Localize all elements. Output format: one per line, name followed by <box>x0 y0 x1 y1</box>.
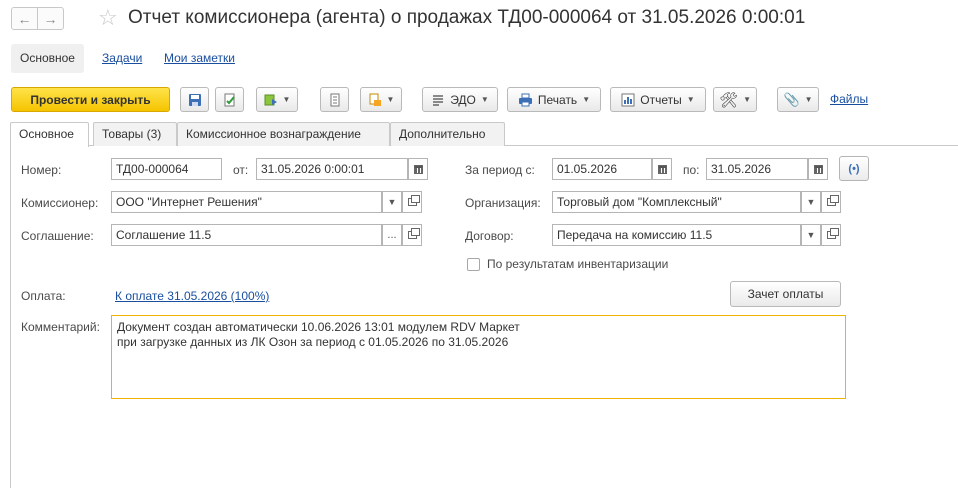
printer-icon <box>518 93 532 106</box>
settings-button[interactable]: 🛠 ▼ <box>713 87 757 112</box>
chevron-down-icon: ▼ <box>386 95 395 104</box>
agreement-select-button[interactable]: ... <box>382 224 402 246</box>
edo-label: ЭДО <box>450 92 476 107</box>
period-select-button[interactable]: (•) <box>839 156 869 181</box>
commissioner-label: Комиссионер: <box>21 196 99 210</box>
period-from-calendar-button[interactable] <box>652 158 672 180</box>
date-calendar-button[interactable] <box>408 158 428 180</box>
paperclip-icon: 📎 <box>783 91 800 107</box>
comment-line: при загрузке данных из ЛК Озон за период… <box>117 335 509 349</box>
agreement-open-button[interactable] <box>402 224 422 246</box>
inventory-checkbox[interactable] <box>467 258 480 271</box>
contract-dropdown-button[interactable]: ▼ <box>801 224 821 246</box>
chevron-down-icon: ▼ <box>480 95 489 104</box>
section-tasks[interactable]: Задачи <box>102 44 142 73</box>
arrow-left-icon: ← <box>17 10 32 27</box>
tab-goods[interactable]: Товары (3) <box>93 122 177 146</box>
chevron-down-icon: ▼ <box>387 197 397 207</box>
payment-link[interactable]: К оплате 31.05.2026 (100%) <box>115 289 269 303</box>
additional-actions-button[interactable]: ▼ <box>360 87 402 112</box>
post-document-icon <box>224 93 235 106</box>
document-actions-icon <box>369 93 381 106</box>
organization-dropdown-button[interactable]: ▼ <box>801 191 821 213</box>
period-to-label: по: <box>683 163 700 177</box>
reports-button[interactable]: Отчеты ▼ <box>610 87 706 112</box>
organization-label: Организация: <box>465 196 541 210</box>
number-label: Номер: <box>21 163 62 177</box>
tools-icon: 🛠 <box>719 91 739 109</box>
page-left-border <box>10 145 11 488</box>
arrow-right-icon: → <box>43 10 58 27</box>
create-based-on-button[interactable]: ▼ <box>256 87 298 112</box>
organization-field[interactable]: Торговый дом "Комплексный" <box>552 191 801 213</box>
agreement-field[interactable]: Соглашение 11.5 <box>111 224 382 246</box>
contract-open-button[interactable] <box>821 224 841 246</box>
back-button[interactable]: ← <box>11 7 38 30</box>
post-button[interactable] <box>215 87 244 112</box>
edo-icon <box>433 94 444 106</box>
comment-field[interactable]: Документ создан автоматически 10.06.2026… <box>111 315 846 399</box>
contract-field[interactable]: Передача на комиссию 11.5 <box>552 224 801 246</box>
report-icon <box>621 93 635 106</box>
comment-line: Документ создан автоматически 10.06.2026… <box>117 320 520 334</box>
chevron-down-icon: ▼ <box>686 95 695 104</box>
create-based-icon <box>264 94 277 105</box>
tab-commission[interactable]: Комиссионное вознаграждение <box>177 122 390 146</box>
open-icon <box>826 195 839 206</box>
chevron-down-icon: ▼ <box>806 197 816 207</box>
section-main[interactable]: Основное <box>11 44 84 73</box>
print-label: Печать <box>537 92 578 107</box>
chevron-down-icon: ▼ <box>282 95 291 104</box>
window-title: Отчет комиссионера (агента) о продажах Т… <box>128 7 806 28</box>
ellipsis-icon: ... <box>387 229 397 241</box>
post-and-close-button[interactable]: Провести и закрыть <box>11 87 170 112</box>
organization-open-button[interactable] <box>821 191 841 213</box>
agreement-label: Соглашение: <box>21 229 94 243</box>
contract-label: Договор: <box>465 229 514 243</box>
open-icon <box>826 228 839 239</box>
commissioner-open-button[interactable] <box>402 191 422 213</box>
calendar-icon <box>413 164 423 174</box>
open-icon <box>407 228 420 239</box>
favorite-star-icon[interactable]: ☆ <box>98 5 118 31</box>
chevron-down-icon: ▼ <box>804 95 813 104</box>
edo-button[interactable]: ЭДО ▼ <box>422 87 498 112</box>
reports-label: Отчеты <box>640 92 682 107</box>
chevron-down-icon: ▼ <box>582 95 591 104</box>
period-broadcast-icon: (•) <box>848 162 860 175</box>
number-field[interactable]: ТД00-000064 <box>111 158 222 180</box>
payment-offset-button[interactable]: Зачет оплаты <box>730 281 841 307</box>
files-link[interactable]: Файлы <box>830 92 868 106</box>
inventory-label: По результатам инвентаризации <box>487 257 669 271</box>
tab-main[interactable]: Основное <box>10 122 89 147</box>
chevron-down-icon: ▼ <box>806 230 816 240</box>
save-icon <box>188 93 201 106</box>
document-structure-icon <box>330 93 339 106</box>
section-notes[interactable]: Мои заметки <box>164 44 235 73</box>
chevron-down-icon: ▼ <box>743 95 751 104</box>
comment-label: Комментарий: <box>21 320 100 334</box>
calendar-icon <box>813 164 823 174</box>
attach-button[interactable]: 📎 ▼ <box>777 87 819 112</box>
date-field[interactable]: 31.05.2026 0:00:01 <box>256 158 408 180</box>
period-from-label: За период с: <box>465 163 535 177</box>
tab-additional[interactable]: Дополнительно <box>390 122 505 146</box>
period-to-field[interactable]: 31.05.2026 <box>706 158 808 180</box>
title-bar: ← → ☆ Отчет комиссионера (агента) о прод… <box>0 0 958 38</box>
date-label: от: <box>233 163 249 177</box>
period-to-calendar-button[interactable] <box>808 158 828 180</box>
commissioner-field[interactable]: ООО "Интернет Решения" <box>111 191 382 213</box>
commissioner-dropdown-button[interactable]: ▼ <box>382 191 402 213</box>
calendar-icon <box>657 164 667 174</box>
open-icon <box>407 195 420 206</box>
save-button[interactable] <box>180 87 209 112</box>
forward-button[interactable]: → <box>37 7 64 30</box>
structure-button[interactable] <box>320 87 349 112</box>
payment-label: Оплата: <box>21 289 66 303</box>
print-button[interactable]: Печать ▼ <box>507 87 601 112</box>
period-from-field[interactable]: 01.05.2026 <box>552 158 652 180</box>
